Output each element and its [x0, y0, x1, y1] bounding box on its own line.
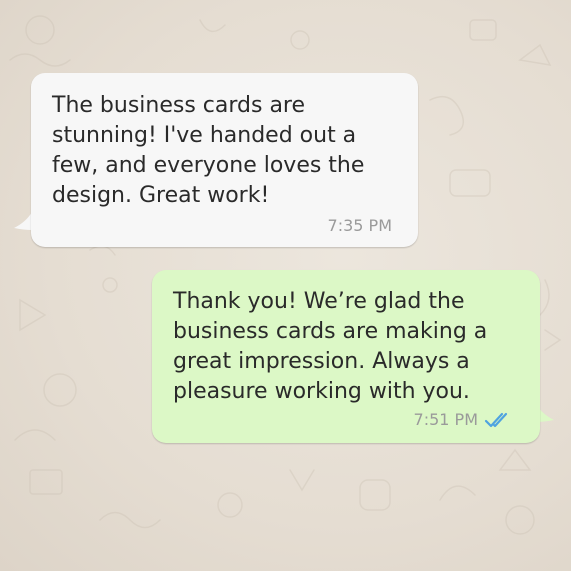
message-time: 7:51 PM [413, 410, 478, 429]
double-check-read-icon [484, 412, 508, 427]
message-bubble-outgoing[interactable]: Thank you! We’re glad the business cards… [152, 270, 540, 443]
message-meta: 7:35 PM [328, 216, 392, 235]
message-text: Thank you! We’re glad the business cards… [173, 289, 488, 404]
message-meta: 7:51 PM [414, 410, 514, 429]
message-time: 7:35 PM [327, 216, 392, 235]
message-text: The business cards are stunning! I've ha… [52, 93, 365, 208]
message-bubble-incoming[interactable]: The business cards are stunning! I've ha… [31, 73, 418, 247]
incoming-bubble-tail [14, 212, 32, 230]
